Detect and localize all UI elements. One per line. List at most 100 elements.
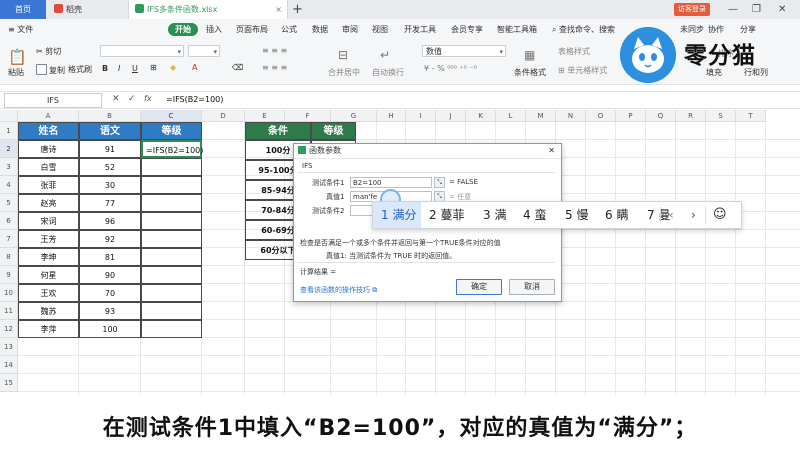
cell-grade[interactable] [141, 320, 202, 338]
column-header-k[interactable]: K [466, 110, 496, 122]
merge-center-button[interactable]: 合并居中 [328, 67, 360, 78]
column-header-n[interactable]: N [556, 110, 586, 122]
cell-grade[interactable] [141, 230, 202, 248]
dialog-close-icon[interactable]: ✕ [548, 144, 555, 158]
close-tab-icon[interactable]: × [275, 0, 282, 19]
cell-name[interactable]: 王芳 [18, 230, 79, 248]
cell-score[interactable]: 96 [79, 212, 141, 230]
cell-style-button[interactable]: ⊞ 单元格样式 [558, 65, 607, 76]
cell-name[interactable]: 李坤 [18, 248, 79, 266]
file-menu[interactable]: ≡ 文件 [8, 19, 33, 40]
paste-button[interactable]: 粘贴 [8, 67, 24, 78]
cell-score[interactable]: 92 [79, 230, 141, 248]
column-header-j[interactable]: J [436, 110, 466, 122]
border-icon[interactable]: ⊞ [150, 63, 157, 72]
copy-button[interactable]: 复制 [36, 64, 65, 76]
tab-start[interactable]: 开始 [168, 23, 198, 36]
command-search[interactable]: ⌕ 查找命令、搜索 [552, 19, 615, 40]
row-header-15[interactable]: 15 [0, 374, 18, 392]
merge-icon[interactable]: ⊟ [338, 48, 348, 62]
row-header-6[interactable]: 6 [0, 212, 18, 230]
emoji-icon[interactable]: ☺ [713, 202, 727, 228]
cancel-formula-icon[interactable]: ✕ [112, 94, 120, 104]
column-header-g[interactable]: G [331, 110, 377, 122]
restore-button[interactable]: ❐ [752, 0, 761, 19]
row-header-11[interactable]: 11 [0, 302, 18, 320]
ime-candidate[interactable]: 1 满分 [373, 202, 421, 228]
cell-name[interactable]: 王欢 [18, 284, 79, 302]
tab-formulas[interactable]: 公式 [281, 19, 297, 40]
column-header-c[interactable]: C [141, 110, 202, 122]
column-header-p[interactable]: P [616, 110, 646, 122]
ime-candidate[interactable]: 7 曼 [647, 202, 670, 228]
cell-grade[interactable] [141, 302, 202, 320]
row-header-5[interactable]: 5 [0, 194, 18, 212]
row-header-7[interactable]: 7 [0, 230, 18, 248]
minimize-button[interactable]: — [728, 0, 738, 19]
ime-prev-icon[interactable]: ‹ [669, 202, 674, 228]
font-color-icon[interactable]: A [192, 63, 197, 72]
tab-developer[interactable]: 开发工具 [404, 19, 436, 40]
dialog-title-bar[interactable]: 函数参数 ✕ [294, 144, 561, 159]
cut-button[interactable]: ✂ 剪切 [36, 46, 61, 57]
header-name[interactable]: 姓名 [18, 122, 79, 140]
cell-grade[interactable] [141, 266, 202, 284]
row-header-3[interactable]: 3 [0, 158, 18, 176]
column-header-t[interactable]: T [736, 110, 766, 122]
cancel-button[interactable]: 取消 [509, 279, 555, 295]
underline-button[interactable]: U [132, 64, 138, 73]
fill-color-icon[interactable]: ◈ [170, 63, 176, 72]
cell-score[interactable]: 30 [79, 176, 141, 194]
cell-name[interactable]: 宋词 [18, 212, 79, 230]
cell-score[interactable]: 52 [79, 158, 141, 176]
column-header-a[interactable]: A [18, 110, 79, 122]
tab-member[interactable]: 会员专享 [451, 19, 483, 40]
eraser-icon[interactable]: ⌫ [232, 63, 243, 72]
number-style-buttons[interactable]: ¥ - % ⁰⁰⁰ ⁺⁰ ⁻⁰ [424, 64, 477, 73]
cell-grade[interactable]: =IFS(B2=100) [141, 140, 203, 158]
cell-score[interactable]: 100 [79, 320, 141, 338]
row-header-1[interactable]: 1 [0, 122, 18, 140]
number-format-select[interactable]: 数值 ▾ [422, 45, 506, 57]
cond-format-icon[interactable]: ▦ [524, 48, 535, 62]
close-window-button[interactable]: ✕ [778, 0, 786, 19]
column-header-d[interactable]: D [202, 110, 245, 122]
cell-name[interactable]: 白雪 [18, 158, 79, 176]
column-header-b[interactable]: B [79, 110, 141, 122]
visitor-login-button[interactable]: 访客登录 [674, 3, 710, 16]
cell-grade[interactable] [141, 212, 202, 230]
row-header-14[interactable]: 14 [0, 356, 18, 374]
column-header-s[interactable]: S [706, 110, 736, 122]
column-header-f[interactable]: F [285, 110, 331, 122]
test1-input[interactable]: B2=100 [350, 177, 432, 188]
bold-button[interactable]: B [102, 64, 108, 73]
column-header-l[interactable]: L [496, 110, 526, 122]
align-left-icon[interactable]: ≡ ≡ ≡ [262, 63, 287, 72]
header-cond-grade[interactable]: 等级 [311, 122, 356, 140]
row-header-4[interactable]: 4 [0, 176, 18, 194]
cell-grade[interactable] [141, 284, 202, 302]
row-header-2[interactable]: 2 [0, 140, 18, 158]
cell-score[interactable]: 70 [79, 284, 141, 302]
tab-view[interactable]: 视图 [372, 19, 388, 40]
cell-name[interactable]: 唐诗 [18, 140, 79, 158]
tab-smart-tools[interactable]: 智能工具箱 [497, 19, 537, 40]
italic-button[interactable]: I [118, 64, 120, 73]
tab-data[interactable]: 数据 [312, 19, 328, 40]
column-header-o[interactable]: O [586, 110, 616, 122]
row-header-9[interactable]: 9 [0, 266, 18, 284]
cell-score[interactable]: 93 [79, 302, 141, 320]
ime-candidate[interactable]: 2 蔓菲 [429, 202, 464, 228]
tab-page-layout[interactable]: 页面布局 [236, 19, 268, 40]
cell-name[interactable]: 张菲 [18, 176, 79, 194]
tab-workbook[interactable]: IFS多条件函数.xlsx × [128, 0, 288, 19]
cell-score[interactable]: 91 [79, 140, 141, 158]
cell-score[interactable]: 77 [79, 194, 141, 212]
ime-candidate[interactable]: 4 蛮 [523, 202, 546, 228]
select-all-corner[interactable] [0, 110, 18, 122]
ok-button[interactable]: 确定 [456, 279, 502, 295]
align-top-icon[interactable]: ≡ ≡ ≡ [262, 46, 287, 55]
tips-link[interactable]: 查看该函数的操作技巧 ⧉ [300, 285, 377, 295]
format-painter-button[interactable]: 格式刷 [68, 64, 92, 75]
table-style-button[interactable]: 表格样式 [558, 46, 590, 57]
